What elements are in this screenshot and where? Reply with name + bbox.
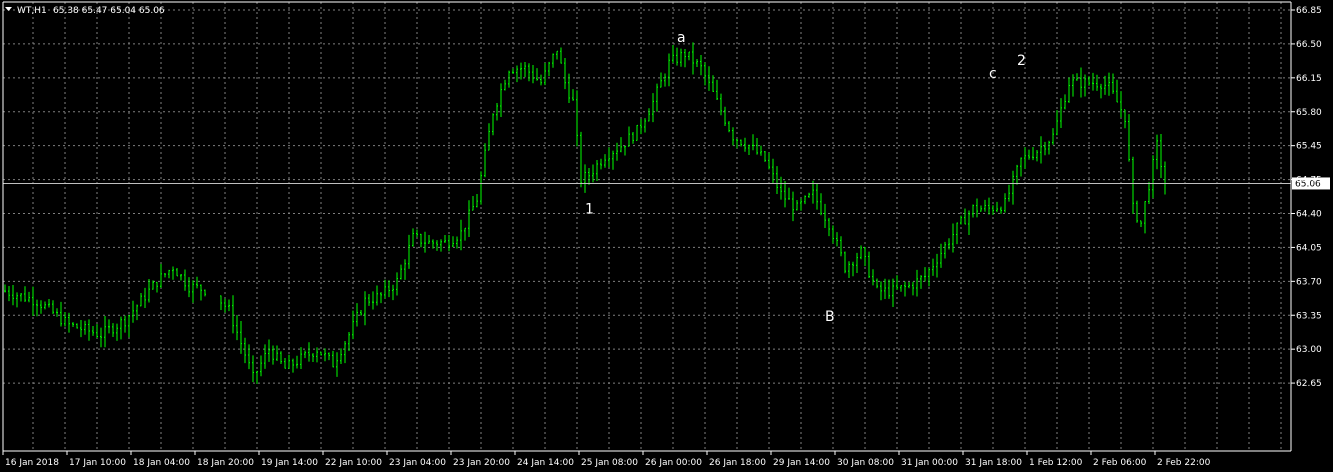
y-tick-label: 63.70	[1296, 277, 1322, 287]
y-tick-label: 64.75	[1296, 176, 1322, 186]
x-tick-label: 23 Jan 04:00	[389, 458, 446, 468]
chart-background	[0, 0, 1333, 472]
x-tick-label: 29 Jan 14:00	[773, 458, 830, 468]
x-tick-label: 24 Jan 14:00	[517, 458, 574, 468]
ohlc-values: 65.38 65.47 65.04 65.06	[53, 6, 165, 16]
y-tick-label: 66.15	[1296, 74, 1322, 84]
x-tick-label: 2 Feb 06:00	[1093, 458, 1147, 468]
y-tick-label: 62.65	[1296, 379, 1322, 389]
y-tick-label: 66.50	[1296, 40, 1322, 50]
x-tick-label: 19 Jan 14:00	[261, 458, 318, 468]
wave-label: c	[989, 66, 997, 82]
y-tick-label: 65.45	[1296, 142, 1322, 152]
y-tick-label: 63.35	[1296, 311, 1322, 321]
x-tick-label: 22 Jan 10:00	[325, 458, 382, 468]
y-tick-label: 66.85	[1296, 6, 1322, 16]
x-tick-label: 1 Feb 12:00	[1029, 458, 1083, 468]
x-tick-label: 31 Jan 00:00	[901, 458, 958, 468]
x-tick-label: 26 Jan 00:00	[645, 458, 702, 468]
y-tick-label: 63.00	[1296, 345, 1322, 355]
x-tick-label: 23 Jan 20:00	[453, 458, 510, 468]
symbol-label: WT,H1	[17, 6, 47, 16]
x-tick-label: 30 Jan 08:00	[837, 458, 894, 468]
wave-label: a	[677, 30, 686, 46]
wave-label: B	[825, 309, 835, 325]
wave-label: 2	[1017, 53, 1026, 69]
chart-header: WT,H1 65.38 65.47 65.04 65.06	[5, 6, 165, 16]
y-tick-label: 65.80	[1296, 108, 1322, 118]
price-chart[interactable]: a1Bc2 66.8566.5066.1565.8065.4565.0664.7…	[0, 0, 1333, 472]
y-tick-label: 64.40	[1296, 210, 1322, 220]
x-tick-label: 18 Jan 04:00	[133, 458, 190, 468]
x-tick-label: 2 Feb 22:00	[1157, 458, 1211, 468]
x-tick-label: 18 Jan 20:00	[197, 458, 254, 468]
wave-label: 1	[585, 202, 594, 218]
x-tick-label: 31 Jan 18:00	[965, 458, 1022, 468]
x-tick-label: 26 Jan 18:00	[709, 458, 766, 468]
y-tick-label: 64.05	[1296, 243, 1322, 253]
x-tick-label: 16 Jan 2018	[5, 458, 59, 468]
x-tick-label: 17 Jan 10:00	[69, 458, 126, 468]
x-tick-label: 25 Jan 08:00	[581, 458, 638, 468]
